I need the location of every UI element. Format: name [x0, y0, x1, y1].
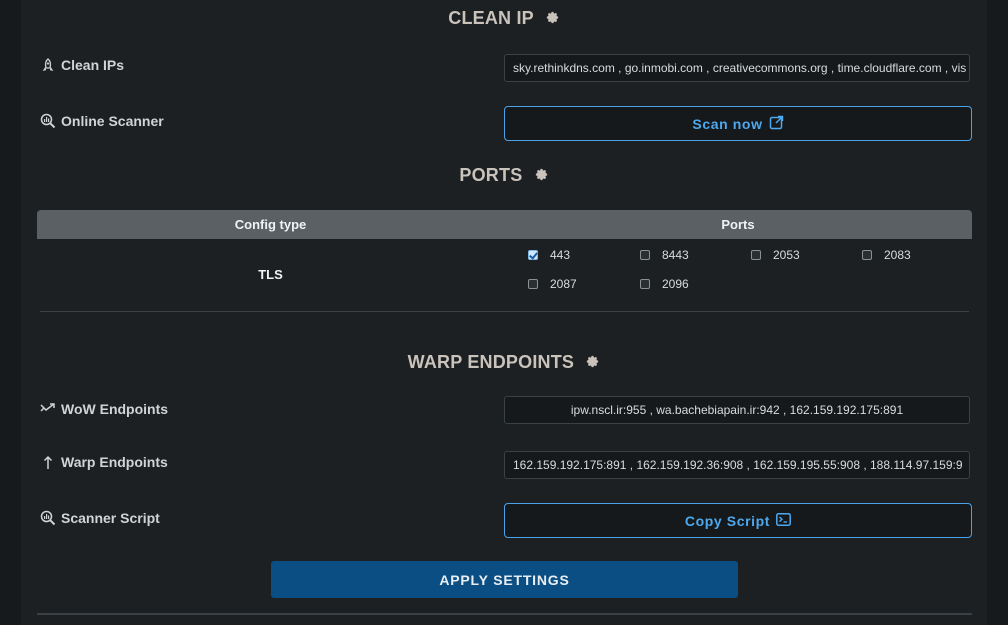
checkbox[interactable] — [751, 250, 761, 260]
warp-endpoints-input[interactable]: 162.159.192.175:891 , 162.159.192.36:908… — [504, 451, 970, 479]
port-label: 2087 — [550, 277, 577, 291]
scan-now-label: Scan now — [692, 115, 763, 132]
section-divider — [40, 311, 969, 312]
port-checkbox-2083[interactable]: 2083 — [862, 248, 911, 262]
checkbox[interactable] — [640, 250, 650, 260]
external-link-icon — [763, 115, 784, 133]
gear-icon — [585, 353, 600, 374]
gear-icon — [534, 166, 549, 187]
split-arrow-icon — [40, 401, 56, 417]
config-type-tls: TLS — [258, 267, 283, 282]
port-checkbox-2096[interactable]: 2096 — [640, 277, 689, 291]
clean-ip-section-title: CLEAN IP — [21, 8, 987, 30]
copy-script-label: Copy Script — [684, 512, 771, 529]
clean-ips-input[interactable]: sky.rethinkdns.com , go.inmobi.com , cre… — [504, 54, 970, 82]
arrow-up-icon — [40, 454, 56, 470]
ports-header: Ports — [721, 217, 755, 232]
rocket-icon — [40, 57, 56, 73]
port-label: 2083 — [884, 248, 911, 262]
ports-table-row: TLS 443 8443 2053 2083 2087 2096 — [37, 239, 972, 311]
ports-section-title: PORTS — [21, 165, 987, 187]
clean-ips-label: Clean IPs — [40, 57, 124, 73]
port-checkbox-2053[interactable]: 2053 — [751, 248, 800, 262]
copy-script-button[interactable]: Copy Script — [504, 503, 972, 538]
scanner-script-label: Scanner Script — [40, 510, 160, 526]
ports-table-header: Config type Ports — [37, 210, 972, 239]
bottom-divider — [37, 613, 972, 615]
online-scanner-label-text: Online Scanner — [61, 113, 164, 129]
checkbox[interactable] — [862, 250, 872, 260]
config-type-header: Config type — [234, 217, 307, 232]
wow-endpoints-input[interactable]: ipw.nscl.ir:955 , wa.bachebiapain.ir:942… — [504, 396, 970, 424]
ports-table: Config type Ports TLS 443 8443 2053 2083 — [37, 210, 972, 311]
port-checkbox-443[interactable]: 443 — [528, 248, 570, 262]
clean-ips-label-text: Clean IPs — [61, 57, 125, 73]
warp-title: WARP ENDPOINTS — [407, 352, 575, 372]
gear-icon — [545, 9, 560, 30]
port-label: 443 — [550, 248, 571, 262]
ports-title: PORTS — [459, 165, 523, 185]
warp-section-title: WARP ENDPOINTS — [21, 352, 987, 374]
port-label: 2096 — [662, 277, 689, 291]
checkbox[interactable] — [528, 279, 538, 289]
settings-panel: CLEAN IP Clean IPs sky.rethinkdns.com , … — [21, 0, 987, 625]
checkbox[interactable] — [640, 279, 650, 289]
online-scanner-label: Online Scanner — [40, 113, 164, 129]
magnifier-chart-icon — [40, 510, 56, 526]
clean-ip-title: CLEAN IP — [448, 8, 534, 28]
port-checkbox-8443[interactable]: 8443 — [640, 248, 689, 262]
scanner-script-label-text: Scanner Script — [61, 510, 160, 526]
terminal-icon — [770, 512, 792, 529]
port-label: 2053 — [773, 248, 800, 262]
wow-endpoints-label-text: WoW Endpoints — [61, 401, 169, 417]
warp-endpoints-label: Warp Endpoints — [40, 454, 168, 470]
wow-endpoints-label: WoW Endpoints — [40, 401, 168, 417]
port-label: 8443 — [662, 248, 689, 262]
scan-now-button[interactable]: Scan now — [504, 106, 972, 141]
checkbox-checked[interactable] — [528, 250, 538, 260]
apply-settings-button[interactable]: APPLY SETTINGS — [271, 561, 738, 598]
port-checkbox-2087[interactable]: 2087 — [528, 277, 577, 291]
warp-endpoints-label-text: Warp Endpoints — [61, 454, 168, 470]
magnifier-chart-icon — [40, 113, 56, 129]
